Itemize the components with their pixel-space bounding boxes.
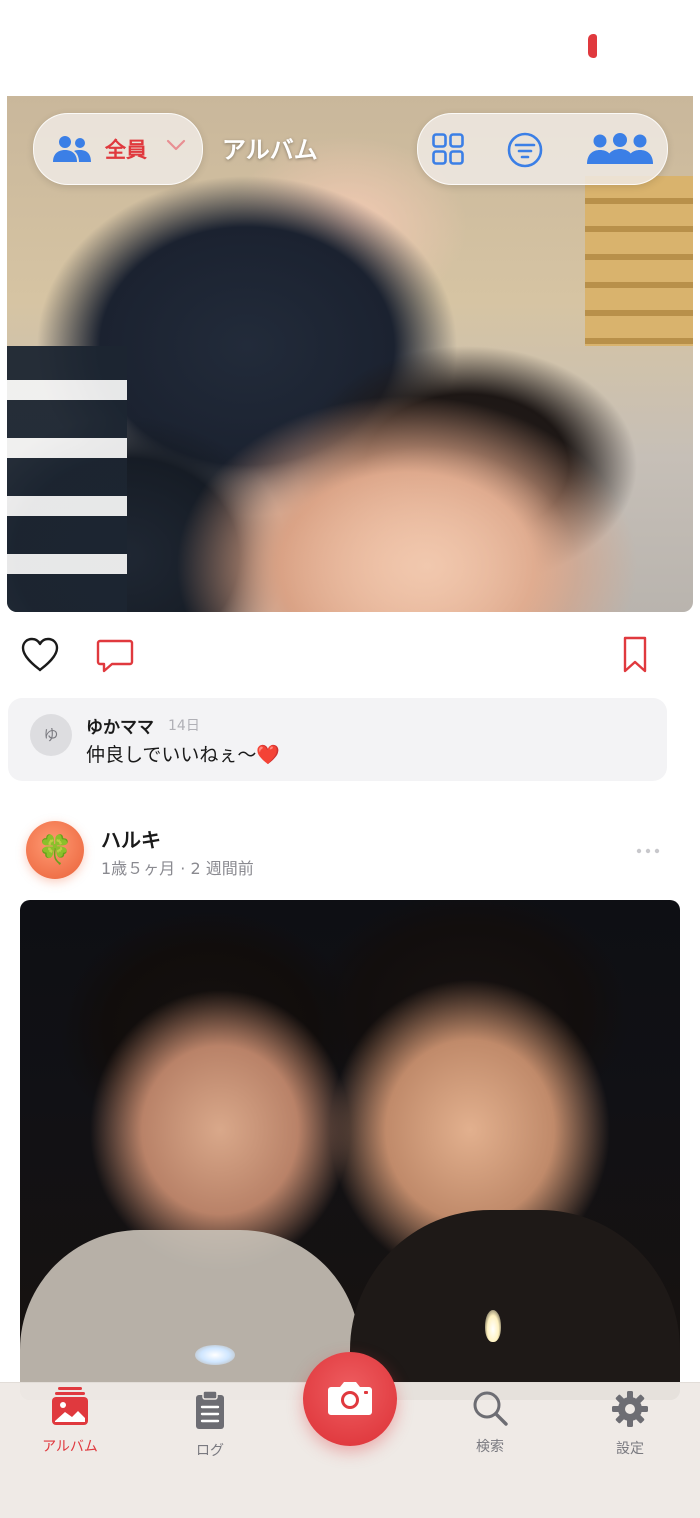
commenter-name: ゆかママ <box>86 718 154 738</box>
view-tools <box>417 113 668 185</box>
tab-settings[interactable]: 設定 <box>575 1390 685 1458</box>
post-photo[interactable] <box>20 900 680 1400</box>
member-filter-button[interactable]: 全員 <box>33 113 203 185</box>
tab-search-label: 検索 <box>476 1439 504 1455</box>
photo-shirt-detail <box>7 346 127 612</box>
comment-time: 14日 <box>168 718 200 734</box>
tab-log[interactable]: ログ <box>155 1390 265 1460</box>
tab-album-label: アルバム <box>42 1439 98 1455</box>
bookmark-icon[interactable] <box>622 636 648 674</box>
photo-shirt-detail <box>350 1210 680 1400</box>
tab-album[interactable]: アルバム <box>15 1386 125 1456</box>
photo-background-detail <box>585 176 693 346</box>
post-meta: 1歳５ヶ月 · 2 週間前 <box>101 859 254 878</box>
candle-flame <box>195 1345 235 1365</box>
commenter-avatar: ゆ <box>30 714 72 756</box>
comment-card[interactable]: ゆ ゆかママ 14日 仲良しでいいねぇ〜❤️ <box>8 698 667 781</box>
camera-icon <box>328 1382 372 1415</box>
comment-text: 仲良しでいいねぇ〜❤️ <box>86 744 281 766</box>
search-icon <box>473 1391 508 1426</box>
more-icon[interactable] <box>636 841 660 861</box>
tab-log-label: ログ <box>196 1443 224 1459</box>
camera-button[interactable] <box>303 1352 397 1446</box>
member-filter-label: 全員 <box>105 138 147 162</box>
chevron-down-icon <box>166 139 186 151</box>
group-icon[interactable] <box>586 133 654 165</box>
gear-icon <box>612 1391 648 1427</box>
candle-flame <box>485 1310 501 1342</box>
grid-view-icon[interactable] <box>432 133 464 165</box>
page-title: アルバム <box>222 136 318 164</box>
tab-settings-label: 設定 <box>616 1441 644 1457</box>
album-icon <box>52 1387 88 1425</box>
heart-icon[interactable] <box>21 637 59 673</box>
tab-search[interactable]: 検索 <box>435 1390 545 1456</box>
filter-icon[interactable] <box>507 132 543 168</box>
comment-icon[interactable] <box>96 638 134 674</box>
clipboard-icon <box>196 1390 224 1429</box>
recording-indicator <box>588 34 597 58</box>
child-name[interactable]: ハルキ <box>101 824 161 853</box>
child-avatar[interactable]: 🍀 <box>26 821 84 879</box>
people-icon <box>53 136 91 162</box>
